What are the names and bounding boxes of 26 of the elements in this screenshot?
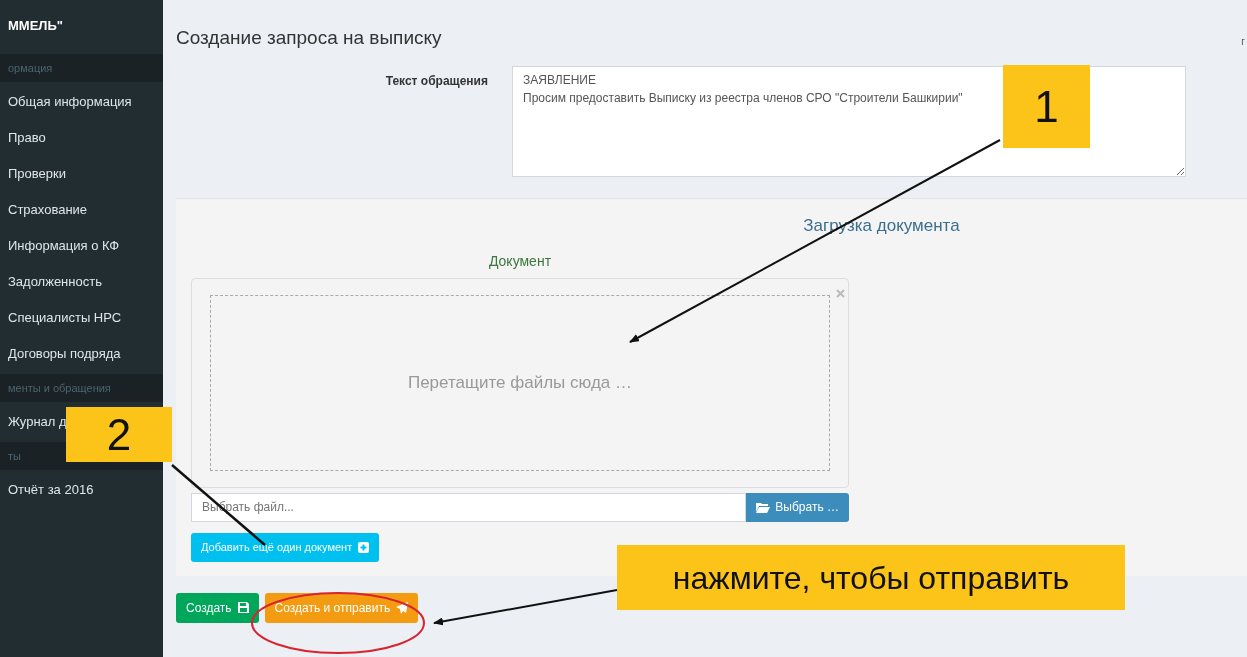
sidebar-section-header: менты и обращения — [0, 374, 163, 402]
callout-label: нажмите, чтобы отправить — [617, 545, 1125, 610]
sidebar-item[interactable]: Страхование — [0, 192, 90, 228]
sidebar-item[interactable]: Информация о КФ — [0, 228, 122, 264]
drop-zone-text: Перетащите файлы сюда … — [210, 294, 830, 471]
sidebar-item[interactable]: Договоры подряда — [0, 336, 123, 372]
callout-number: 1 — [1003, 65, 1090, 148]
sidebar-section-header: ормация — [0, 54, 163, 82]
brand-title: ММЕЛЬ" — [7, 17, 64, 36]
field-label: Текст обращения — [384, 73, 489, 90]
sidebar-item[interactable]: Специалисты НРС — [0, 300, 124, 336]
callout-number: 2 — [66, 407, 172, 462]
sidebar-item[interactable]: Задолженность — [0, 264, 104, 300]
sidebar-item[interactable]: Отчёт за 2016 — [0, 472, 96, 508]
folder-icon — [756, 501, 771, 513]
document-label: Документ — [487, 251, 553, 271]
paper-plane-icon — [396, 601, 409, 614]
plus-icon — [358, 541, 370, 553]
corner-text: г — [1241, 35, 1245, 49]
sidebar-item[interactable]: Общая информация — [0, 84, 134, 120]
sidebar-item[interactable]: Проверки — [0, 156, 68, 192]
page-title: Создание запроса на выписку — [176, 25, 443, 50]
sidebar-item[interactable]: Журнал д — [0, 404, 69, 440]
browse-button[interactable]: Выбрать … — [746, 492, 849, 522]
sidebar-item[interactable]: Право — [0, 120, 48, 156]
save-icon — [237, 602, 249, 613]
